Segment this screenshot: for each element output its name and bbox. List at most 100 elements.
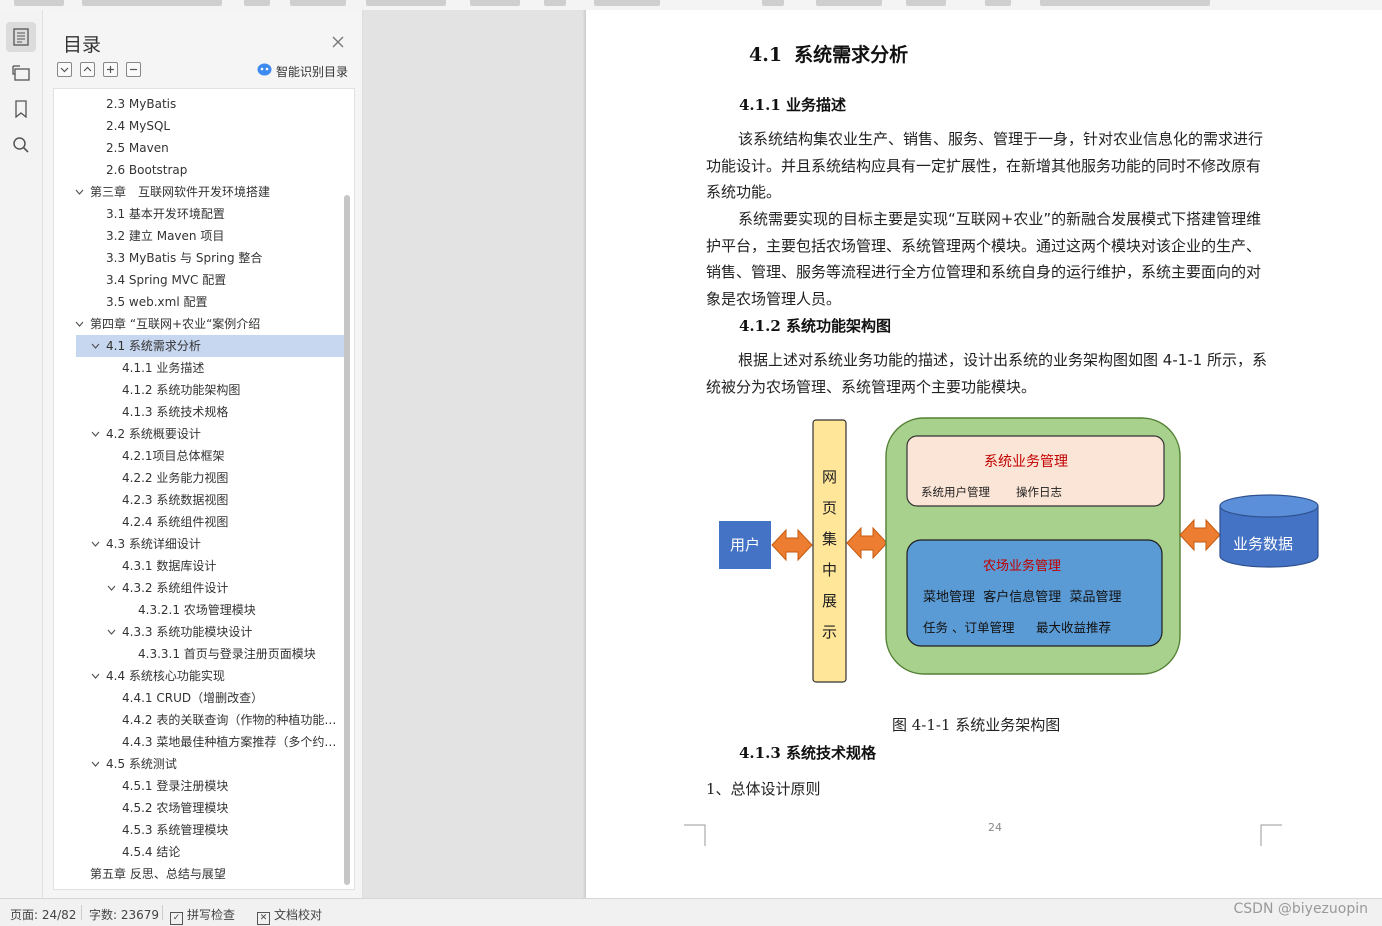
- toc-item-label: 4.3.3.1 首页与登录注册页面模块: [138, 647, 316, 661]
- toc-item-label: 第四章 “互联网+农业“案例介绍: [90, 317, 261, 331]
- toc-item[interactable]: 4.4 系统核心功能实现: [54, 665, 344, 687]
- chevron-down-icon[interactable]: [89, 335, 101, 357]
- toc-item[interactable]: 4.4.1 CRUD（增删改查）: [54, 687, 344, 709]
- toc-item[interactable]: 4.5.2 农场管理模块: [54, 797, 344, 819]
- toc-item-selected[interactable]: 4.1 系统需求分析: [76, 335, 344, 357]
- chevron-down-icon[interactable]: [89, 533, 101, 555]
- search-icon[interactable]: [6, 130, 36, 160]
- portal-char: 中: [822, 561, 837, 579]
- chevron-down-icon[interactable]: [89, 753, 101, 775]
- smart-toc-button[interactable]: 智能识别目录: [257, 62, 348, 80]
- toc-item-label: 4.4 系统核心功能实现: [106, 669, 225, 683]
- toc-item[interactable]: 4.3.1 数据库设计: [54, 555, 344, 577]
- toc-item[interactable]: 4.2.1项目总体框架: [54, 445, 344, 467]
- side-icon-rail: [0, 10, 43, 898]
- toc-item-label: 4.2.1项目总体框架: [122, 449, 225, 463]
- close-icon[interactable]: [331, 34, 345, 48]
- word-count[interactable]: 字数: 23679: [89, 906, 159, 923]
- subsection-heading-1: 4.1.1 业务描述: [739, 96, 846, 114]
- toc-item[interactable]: 3.2 建立 Maven 项目: [54, 225, 344, 247]
- toc-item[interactable]: 4.3.2 系统组件设计: [54, 577, 344, 599]
- navigation-pane-icon[interactable]: [6, 58, 36, 88]
- toc-list-container: 2.3 MyBatis 2.4 MySQL 2.5 Maven 2.6 Bootstr…: [53, 88, 355, 890]
- toc-item[interactable]: 4.3.3.1 首页与登录注册页面模块: [54, 643, 344, 665]
- toc-item[interactable]: 4.3 系统详细设计: [54, 533, 344, 555]
- toc-item[interactable]: 3.4 Spring MVC 配置: [54, 269, 344, 291]
- chevron-down-icon[interactable]: [89, 665, 101, 687]
- toc-item-label: 4.2.3 系统数据视图: [122, 493, 229, 507]
- toc-item[interactable]: 第三章 互联网软件开发环境搭建: [54, 181, 344, 203]
- toc-item-label: 第五章 反思、总结与展望: [90, 867, 226, 881]
- proofread-toggle[interactable]: ✕ 文档校对: [257, 906, 322, 925]
- smart-toc-label: 智能识别目录: [276, 64, 349, 79]
- toc-item[interactable]: 4.3.2.1 农场管理模块: [54, 599, 344, 621]
- toc-item[interactable]: 4.2.3 系统数据视图: [54, 489, 344, 511]
- system-mgmt-item-2: 操作日志: [1016, 485, 1062, 499]
- toc-item[interactable]: 4.1.2 系统功能架构图: [54, 379, 344, 401]
- chevron-down-icon[interactable]: [89, 423, 101, 445]
- add-heading-icon[interactable]: [103, 62, 118, 77]
- toc-item-label: 4.4.2 表的关联查询（作物的种植功能实现）: [122, 713, 340, 727]
- expand-all-icon[interactable]: [80, 62, 95, 77]
- toc-item[interactable]: 4.2.4 系统组件视图: [54, 511, 344, 533]
- toc-item[interactable]: 3.5 web.xml 配置: [54, 291, 344, 313]
- toc-item[interactable]: 2.6 Bootstrap: [54, 159, 344, 181]
- arrow-portal-core: [846, 527, 888, 559]
- subsection-heading-2: 4.1.2 系统功能架构图: [739, 317, 891, 335]
- toc-item-label: 4.1 系统需求分析: [106, 339, 201, 353]
- toc-item[interactable]: 第五章 反思、总结与展望: [54, 863, 344, 885]
- collapse-all-icon[interactable]: [57, 62, 72, 77]
- subsection-heading-3: 4.1.3 系统技术规格: [739, 744, 876, 762]
- right-page-corner-mark: [1260, 824, 1282, 846]
- remove-heading-icon[interactable]: [126, 62, 141, 77]
- toc-item[interactable]: 4.3.3 系统功能模块设计: [54, 621, 344, 643]
- toc-scrollbar[interactable]: [344, 195, 350, 885]
- smart-toc-icon: [257, 63, 272, 79]
- toc-item-label: 4.1.3 系统技术规格: [122, 405, 229, 419]
- toc-item[interactable]: 4.2.2 业务能力视图: [54, 467, 344, 489]
- chevron-down-icon[interactable]: [105, 577, 117, 599]
- toc-item-label: 第三章 互联网软件开发环境搭建: [90, 185, 271, 199]
- toc-item[interactable]: 4.5.3 系统管理模块: [54, 819, 344, 841]
- document-viewport[interactable]: 4.1 系统需求分析 4.1.1 业务描述 该系统结构集农业生产、销售、服务、管理…: [363, 10, 1382, 898]
- toc-item[interactable]: 4.4.2 表的关联查询（作物的种植功能实现）: [54, 709, 344, 731]
- toc-item[interactable]: 3.3 MyBatis 与 Spring 整合: [54, 247, 344, 269]
- paragraph-2: 系统需要实现的目标主要是实现“互联网+农业”的新融合发展模式下搭建管理维护平台，…: [706, 210, 1262, 308]
- spell-check-toggle[interactable]: ✓ 拼写检查: [170, 906, 235, 925]
- toc-item[interactable]: 2.4 MySQL: [54, 115, 344, 137]
- toc-item-label: 4.1.1 业务描述: [122, 361, 205, 375]
- bookmark-icon[interactable]: [6, 94, 36, 124]
- toc-item[interactable]: 4.5 系统测试: [54, 753, 344, 775]
- toc-item[interactable]: 第四章 “互联网+农业“案例介绍: [54, 313, 344, 335]
- toc-item[interactable]: 4.2 系统概要设计: [54, 423, 344, 445]
- toc-item[interactable]: 4.1.1 业务描述: [54, 357, 344, 379]
- toc-item[interactable]: 4.5.4 结论: [54, 841, 344, 863]
- toc-item-label: 4.4.3 菜地最佳种植方案推荐（多个约束条件）: [122, 735, 340, 749]
- toc-panel-icon[interactable]: [6, 22, 36, 52]
- arrow-user-portal: [771, 529, 813, 561]
- toc-item-label: 4.4.1 CRUD（增删改查）: [122, 691, 264, 705]
- farm-mgmt-title: 农场业务管理: [983, 558, 1061, 574]
- farm-mgmt-row-2a: 任务 、订单管理: [923, 620, 1015, 635]
- portal-char: 展: [822, 592, 837, 610]
- toc-item-label: 3.4 Spring MVC 配置: [106, 273, 227, 287]
- toc-item[interactable]: 2.5 Maven: [54, 137, 344, 159]
- toc-item-label: 4.2.2 业务能力视图: [122, 471, 229, 485]
- toc-item-label: 4.5.1 登录注册模块: [122, 779, 229, 793]
- toc-item[interactable]: 4.5.1 登录注册模块: [54, 775, 344, 797]
- paragraph-3: 根据上述对系统业务功能的描述，设计出系统的业务架构图如图 4-1-1 所示，系统…: [706, 351, 1267, 396]
- database-label: 业务数据: [1233, 535, 1293, 553]
- page-indicator[interactable]: 页面: 24/82: [10, 906, 76, 923]
- toc-item-label: 2.4 MySQL: [106, 119, 171, 133]
- toc-item-label: 4.3 系统详细设计: [106, 537, 201, 551]
- toc-item[interactable]: 4.1.3 系统技术规格: [54, 401, 344, 423]
- chevron-down-icon[interactable]: [73, 181, 85, 203]
- chevron-down-icon[interactable]: [105, 621, 117, 643]
- toc-item[interactable]: 4.4.3 菜地最佳种植方案推荐（多个约束条件）: [54, 731, 344, 753]
- chevron-down-icon[interactable]: [73, 313, 85, 335]
- toc-item-label: 4.5 系统测试: [106, 757, 177, 771]
- list-item-1: 1、总体设计原则: [706, 780, 821, 798]
- toc-item[interactable]: 3.1 基本开发环境配置: [54, 203, 344, 225]
- toc-item-label: 4.3.2.1 农场管理模块: [138, 603, 256, 617]
- toc-item[interactable]: 2.3 MyBatis: [54, 93, 344, 115]
